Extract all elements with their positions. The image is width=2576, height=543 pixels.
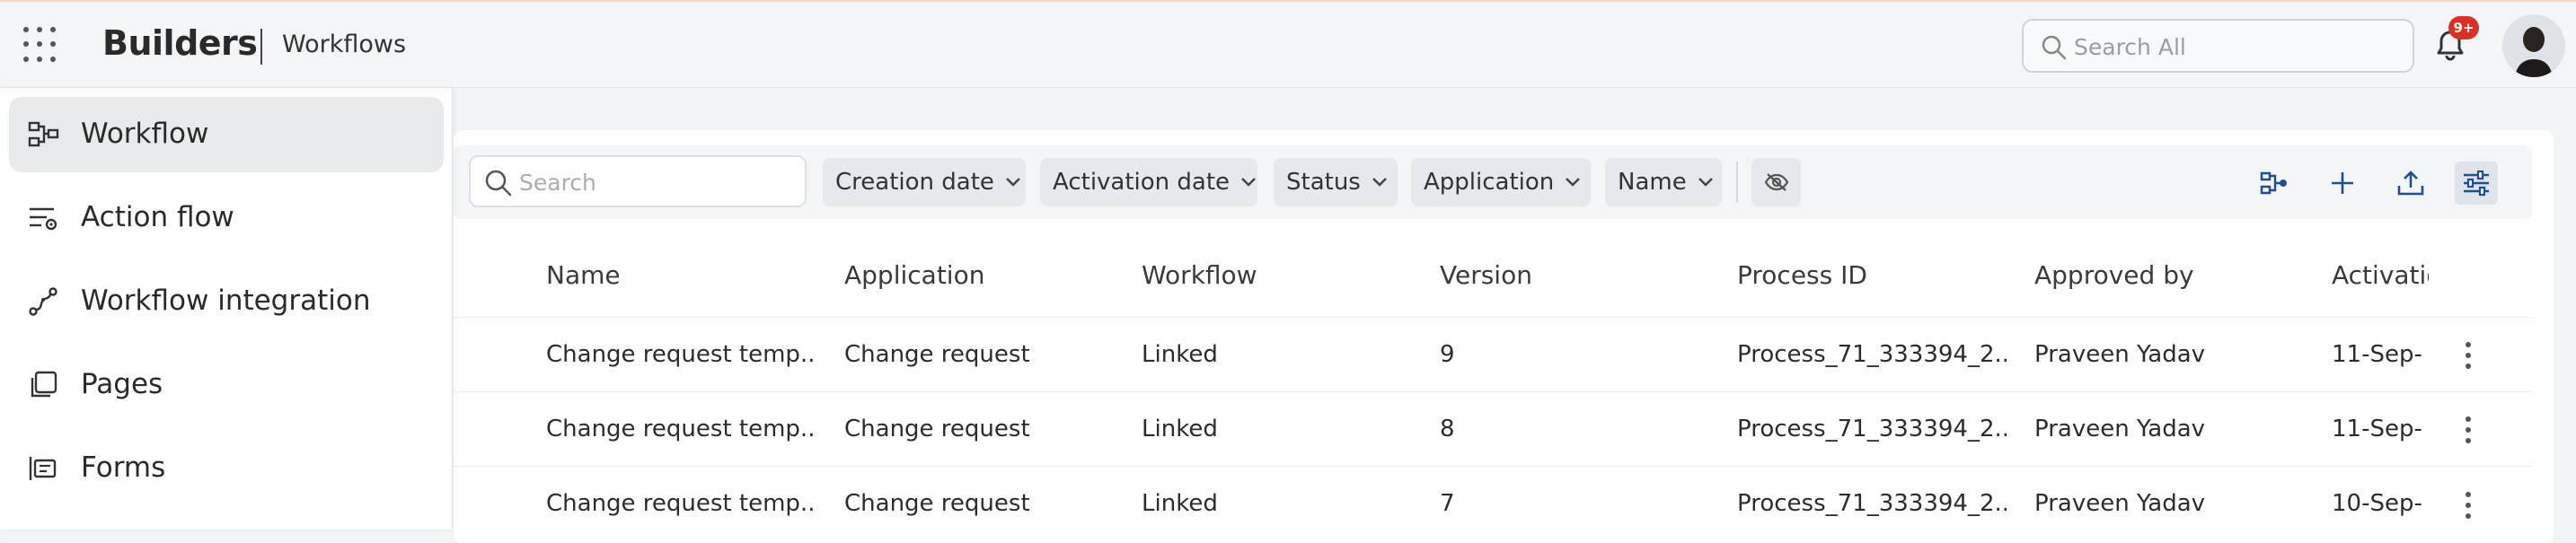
sliders-icon — [2464, 170, 2489, 197]
sidebar-item-label: Action flow — [81, 201, 234, 233]
avatar[interactable] — [2502, 14, 2565, 77]
sidebar-item-forms[interactable]: Forms — [9, 431, 444, 506]
chevron-down-icon — [1566, 178, 1581, 187]
toolbar-divider — [1736, 162, 1738, 203]
filter-creation-date[interactable]: Creation date — [823, 158, 1026, 206]
filter-label: Creation date — [835, 169, 994, 196]
filter-label: Application — [1424, 169, 1555, 196]
notification-badge: 9+ — [2448, 16, 2479, 39]
flow-builder-icon — [2260, 171, 2287, 195]
row-menu-icon[interactable] — [2459, 416, 2477, 443]
row-menu-icon[interactable] — [2459, 492, 2477, 519]
sidebar-item-label: Forms — [81, 451, 166, 484]
filter-application[interactable]: Application — [1411, 158, 1591, 206]
cell-name: Change request temp... — [546, 490, 816, 517]
cell-version: 9 — [1440, 341, 1455, 368]
cell-application: Change request — [844, 416, 1030, 442]
cell-activation: 11-Sep- — [2332, 416, 2422, 442]
column-header-application[interactable]: Application — [844, 260, 984, 290]
table-search[interactable] — [469, 155, 807, 207]
column-header-process-id[interactable]: Process ID — [1737, 260, 1867, 290]
global-search-input[interactable] — [2074, 31, 2397, 62]
cell-name: Change request temp... — [546, 341, 816, 368]
filter-label: Name — [1618, 169, 1687, 196]
filter-label: Status — [1286, 169, 1361, 196]
filter-label: Activation date — [1053, 169, 1231, 196]
filter-status[interactable]: Status — [1274, 158, 1398, 206]
sidebar-item-workflow-integration[interactable]: Workflow integration — [9, 264, 444, 339]
cell-application: Change request — [844, 490, 1030, 517]
cell-process-id: Process_71_333394_2... — [1737, 416, 2007, 442]
cell-activation: 10-Sep- — [2332, 490, 2422, 517]
brand-divider — [260, 29, 262, 65]
table-search-input[interactable] — [519, 168, 789, 197]
app-launcher-icon[interactable] — [23, 27, 59, 63]
column-header-approved-by[interactable]: Approved by — [2034, 260, 2194, 290]
chevron-down-icon — [1241, 178, 1256, 187]
sidebar-item-workflow[interactable]: Workflow — [9, 97, 444, 172]
search-icon — [485, 170, 512, 197]
sidebar-item-label: Pages — [81, 368, 163, 400]
forms-icon — [29, 457, 57, 480]
cell-version: 7 — [1440, 490, 1455, 517]
cell-workflow: Linked — [1142, 490, 1218, 517]
add-button[interactable] — [2321, 162, 2364, 205]
row-divider — [454, 391, 2532, 392]
column-header-workflow[interactable]: Workflow — [1142, 260, 1257, 290]
add-icon — [2332, 172, 2353, 194]
column-header-name[interactable]: Name — [546, 260, 621, 290]
sidebar: Workflow Action flow Workflow integratio… — [0, 88, 453, 530]
cell-version: 8 — [1440, 416, 1455, 442]
row-divider — [454, 466, 2532, 467]
filter-name[interactable]: Name — [1605, 158, 1722, 206]
cell-process-id: Process_71_333394_2... — [1737, 341, 2007, 368]
cell-approved-by: Praveen Yadav — [2034, 416, 2206, 442]
sidebar-item-label: Workflow integration — [81, 285, 371, 317]
cell-application: Change request — [844, 341, 1030, 368]
column-header-activation[interactable]: Activatio — [2332, 260, 2429, 290]
user-avatar-icon — [2502, 14, 2565, 77]
cell-activation: 11-Sep- — [2332, 341, 2422, 368]
workflow-integration-icon — [29, 287, 57, 316]
breadcrumb[interactable]: Workflows — [282, 31, 406, 58]
cell-approved-by: Praveen Yadav — [2034, 341, 2206, 368]
column-header-version[interactable]: Version — [1440, 260, 1532, 290]
top-bar: Builders Workflows 9+ — [0, 0, 2576, 88]
action-flow-icon — [30, 207, 57, 231]
chevron-down-icon — [1372, 178, 1387, 187]
global-search[interactable] — [2022, 19, 2414, 73]
eye-off-icon — [1764, 173, 1788, 191]
cell-workflow: Linked — [1142, 416, 1218, 442]
cell-process-id: Process_71_333394_2... — [1737, 490, 2007, 517]
search-icon — [2042, 35, 2067, 60]
filter-activation-date[interactable]: Activation date — [1040, 158, 1257, 206]
chevron-down-icon — [1006, 178, 1020, 187]
flow-builder-button[interactable] — [2253, 162, 2296, 205]
upload-button[interactable] — [2389, 162, 2432, 205]
sidebar-item-pages[interactable]: Pages — [9, 347, 444, 423]
sidebar-item-label: Workflow — [81, 118, 209, 150]
row-menu-icon[interactable] — [2459, 342, 2477, 369]
filter-settings-button[interactable] — [2455, 162, 2498, 205]
workflow-icon — [28, 121, 59, 147]
chevron-down-icon — [1698, 178, 1713, 187]
pages-icon — [31, 371, 57, 398]
sidebar-item-action-flow[interactable]: Action flow — [9, 180, 444, 256]
hide-columns-button[interactable] — [1751, 158, 1801, 206]
app-name: Builders — [102, 23, 258, 63]
cell-name: Change request temp... — [546, 416, 816, 442]
cell-workflow: Linked — [1142, 341, 1218, 368]
cell-approved-by: Praveen Yadav — [2034, 490, 2206, 517]
upload-icon — [2397, 171, 2424, 196]
